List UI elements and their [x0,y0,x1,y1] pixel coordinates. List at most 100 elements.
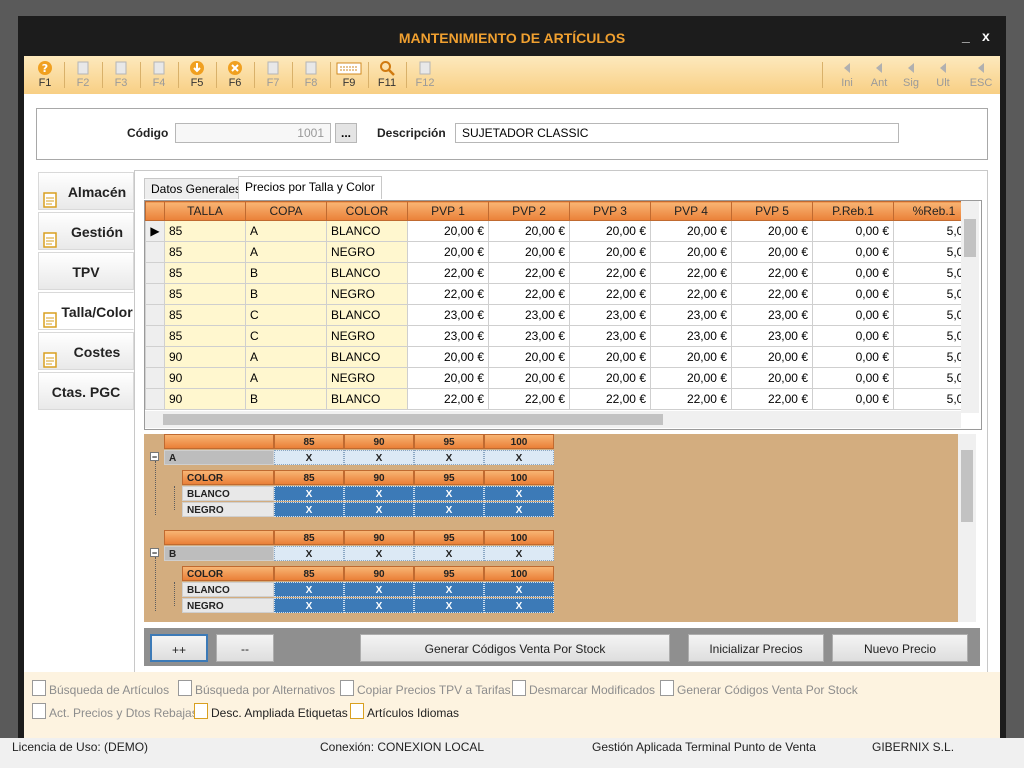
table-row[interactable]: 85 C NEGRO 23,00 €23,00 €23,00 €23,00 €23,0… [145,325,975,347]
grid-cell[interactable]: 90 [164,367,246,389]
grid-cell[interactable]: 0,00 € [812,220,894,242]
grid-cell[interactable]: 23,00 € [569,304,651,326]
footer-action-6[interactable]: Act. Precios y Dtos Rebajas [32,703,198,720]
grid-cell[interactable]: 0,00 € [812,325,894,347]
grid-cell[interactable]: BLANCO [326,220,408,242]
pivot-size-header[interactable]: 90 [344,470,414,485]
grid-cell[interactable]: A [245,367,327,389]
pivot-color-mark[interactable]: X [274,486,344,501]
grid-cell[interactable]: 85 [164,304,246,326]
column-header-pvp-1[interactable]: PVP 1 [407,201,489,221]
grid-cell[interactable]: 22,00 € [407,283,489,305]
grid-cell[interactable]: NEGRO [326,325,408,347]
nav-button-ult[interactable]: Ult [926,58,960,89]
grid-cell[interactable]: 22,00 € [488,388,570,410]
table-row[interactable]: ▶ 85 A BLANCO 20,00 €20,00 €20,00 €20,00 €20… [145,220,975,242]
grid-cell[interactable]: B [245,262,327,284]
nav-button-ant[interactable]: Ant [862,58,896,89]
pivot-copa-mark[interactable]: X [484,546,554,561]
grid-cell[interactable]: C [245,325,327,347]
pivot-size-header[interactable]: 85 [274,434,344,449]
tab-precios-talla-color[interactable]: Precios por Talla y Color [238,176,382,199]
pivot-size-header[interactable]: 95 [414,470,484,485]
grid-cell[interactable]: 90 [164,346,246,368]
pivot-color-label[interactable]: NEGRO [182,502,274,517]
toolbar-button-f12[interactable]: F12 [408,58,442,89]
grid-vscroll-thumb[interactable] [964,219,976,257]
grid-cell[interactable]: BLANCO [326,388,408,410]
grid-cell[interactable]: B [245,283,327,305]
sidebar-item-tpv[interactable]: TPV [38,252,134,290]
codigo-field[interactable]: 1001 [175,123,331,143]
pivot-color-mark[interactable]: X [414,598,484,613]
pivot-color-mark[interactable]: X [414,502,484,517]
pivot-color-mark[interactable]: X [344,486,414,501]
grid-cell[interactable]: 0,00 € [812,388,894,410]
grid-cell[interactable]: 20,00 € [488,367,570,389]
column-header-color[interactable]: COLOR [326,201,408,221]
table-row[interactable]: 85 A NEGRO 20,00 €20,00 €20,00 €20,00 €20,0… [145,241,975,263]
pivot-copa-mark[interactable]: X [344,546,414,561]
pivot-copa-label[interactable]: A [164,450,274,465]
grid-cell[interactable]: 0,00 € [812,367,894,389]
descripcion-field[interactable]: SUJETADOR CLASSIC [455,123,899,143]
grid-cell[interactable]: NEGRO [326,241,408,263]
grid-cell[interactable]: 20,00 € [731,367,813,389]
pivot-color-mark[interactable]: X [344,582,414,597]
grid-cell[interactable]: 20,00 € [407,346,489,368]
table-row[interactable]: 90 B BLANCO 22,00 €22,00 €22,00 €22,00 €22,… [145,388,975,410]
grid-cell[interactable]: 20,00 € [569,220,651,242]
pivot-color-mark[interactable]: X [414,486,484,501]
grid-cell[interactable]: 20,00 € [569,367,651,389]
toolbar-button-f5[interactable]: F5 [180,58,214,89]
grid-cell[interactable]: 23,00 € [650,325,732,347]
grid-hscroll-thumb[interactable] [163,414,663,425]
grid-cell[interactable]: 22,00 € [650,262,732,284]
grid-cell[interactable]: 20,00 € [731,241,813,263]
grid-cell[interactable]: 0,00 € [812,346,894,368]
grid-cell[interactable]: 90 [164,388,246,410]
grid-cell[interactable]: 0,00 € [812,283,894,305]
generate-codes-button[interactable]: Generar Códigos Venta Por Stock [360,634,670,662]
column-header-talla[interactable]: TALLA [164,201,246,221]
table-row[interactable]: 90 A NEGRO 20,00 €20,00 €20,00 €20,00 €20,0… [145,367,975,389]
footer-action-4[interactable]: Desmarcar Modificados [512,680,655,697]
toolbar-button-f6[interactable]: F6 [218,58,252,89]
grid-cell[interactable]: 85 [164,262,246,284]
grid-cell[interactable]: 20,00 € [650,367,732,389]
grid-cell[interactable]: 20,00 € [488,346,570,368]
grid-cell[interactable]: 22,00 € [731,262,813,284]
pivot-color-mark[interactable]: X [344,502,414,517]
pivot-color-mark[interactable]: X [484,598,554,613]
table-row[interactable]: 85 C BLANCO 23,00 €23,00 €23,00 €23,00 €23,… [145,304,975,326]
grid-cell[interactable]: 22,00 € [569,283,651,305]
pivot-color-mark[interactable]: X [274,502,344,517]
grid-cell[interactable]: A [245,346,327,368]
pivot-copa-mark[interactable]: X [484,450,554,465]
initialize-prices-button[interactable]: Inicializar Precios [688,634,824,662]
footer-action-3[interactable]: Copiar Precios TPV a Tarifas [340,680,511,697]
pivot-copa-mark[interactable]: X [414,450,484,465]
grid-cell[interactable]: BLANCO [326,346,408,368]
grid-cell[interactable]: 20,00 € [407,241,489,263]
pivot-color-mark[interactable]: X [274,582,344,597]
column-header-p-reb-1[interactable]: P.Reb.1 [812,201,894,221]
grid-cell[interactable]: A [245,220,327,242]
pivot-size-header[interactable]: 90 [344,566,414,581]
sidebar-item-talla-color[interactable]: Talla/Color [38,292,134,330]
grid-cell[interactable]: 22,00 € [731,388,813,410]
footer-action-5[interactable]: Generar Códigos Venta Por Stock [660,680,858,697]
column-header-pvp-5[interactable]: PVP 5 [731,201,813,221]
pivot-collapse-icon[interactable]: − [150,548,159,558]
pivot-size-header[interactable]: 85 [274,566,344,581]
grid-cell[interactable]: 20,00 € [569,346,651,368]
footer-action-2[interactable]: Búsqueda por Alternativos [178,680,335,697]
pivot-color-mark[interactable]: X [414,582,484,597]
sidebar-item-costes[interactable]: Costes [38,332,134,370]
pivot-copa-mark[interactable]: X [274,450,344,465]
toolbar-button-f7[interactable]: F7 [256,58,290,89]
new-price-button[interactable]: Nuevo Precio [832,634,968,662]
grid-cell[interactable]: 22,00 € [407,262,489,284]
grid-cell[interactable]: 22,00 € [731,283,813,305]
grid-cell[interactable]: 23,00 € [731,325,813,347]
